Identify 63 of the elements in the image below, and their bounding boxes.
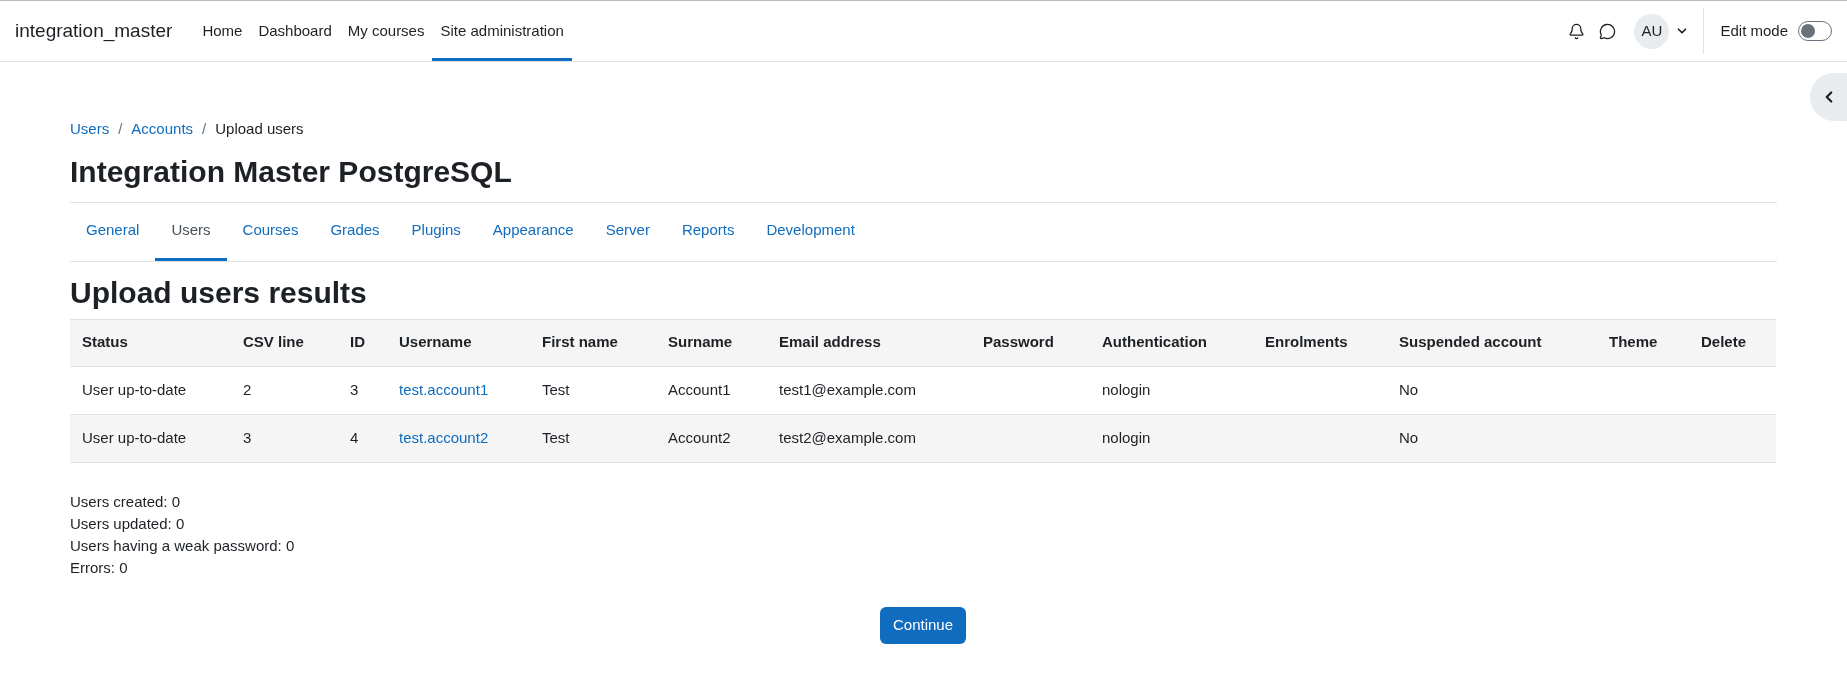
column-header: ID bbox=[338, 319, 387, 366]
table-cell: Account1 bbox=[668, 380, 731, 398]
summary-line: Users having a weak password: 0 bbox=[70, 535, 296, 556]
drawer-toggle-button[interactable] bbox=[1810, 73, 1847, 121]
column-header: Username bbox=[387, 319, 530, 366]
nav-link[interactable]: Home bbox=[194, 1, 251, 61]
summary-line: Errors: 0 bbox=[70, 557, 129, 578]
site-name[interactable]: integration_master bbox=[15, 16, 173, 46]
column-header: Delete bbox=[1689, 319, 1776, 366]
table-cell: User up-to-date bbox=[82, 380, 187, 398]
column-header: Suspended account bbox=[1387, 319, 1597, 366]
table-cell: Test bbox=[542, 428, 570, 446]
column-header: Theme bbox=[1597, 319, 1689, 366]
table-cell: 3 bbox=[350, 380, 359, 398]
continue-button[interactable]: Continue bbox=[879, 606, 966, 644]
column-header: CSV line bbox=[231, 319, 338, 366]
admin-tab[interactable]: Users bbox=[155, 202, 227, 261]
user-avatar[interactable]: AU bbox=[1634, 13, 1670, 49]
table-cell: 3 bbox=[243, 428, 252, 446]
nav-link[interactable]: My courses bbox=[339, 1, 433, 61]
breadcrumb-separator: / bbox=[202, 119, 207, 139]
table-cell: No bbox=[1399, 428, 1419, 446]
admin-tab[interactable]: Reports bbox=[665, 202, 751, 261]
summary-line: Users updated: 0 bbox=[70, 513, 186, 534]
nav-link[interactable]: Site administration bbox=[432, 1, 572, 61]
table-cell: nologin bbox=[1102, 428, 1151, 446]
chat-bubble-icon[interactable] bbox=[1599, 22, 1617, 40]
edit-mode-switch[interactable] bbox=[1798, 21, 1832, 41]
admin-tab[interactable]: General bbox=[70, 202, 156, 261]
breadcrumb-separator: / bbox=[118, 119, 123, 139]
admin-tab[interactable]: Server bbox=[589, 202, 666, 261]
table-cell: Account2 bbox=[668, 428, 731, 446]
page-title: Integration Master PostgreSQL bbox=[70, 153, 513, 190]
table-cell: Test bbox=[542, 380, 570, 398]
column-header: Authentication bbox=[1090, 319, 1253, 366]
table-cell: No bbox=[1399, 380, 1419, 398]
edit-mode-label: Edit mode bbox=[1720, 20, 1788, 41]
column-header: Email address bbox=[767, 319, 971, 366]
table-cell: 2 bbox=[243, 380, 252, 398]
notification-bell-icon[interactable] bbox=[1568, 22, 1586, 40]
table-cell: test1@example.com bbox=[779, 380, 916, 398]
section-title: Upload users results bbox=[70, 274, 368, 311]
table-cell: 4 bbox=[350, 428, 359, 446]
column-header: First name bbox=[530, 319, 656, 366]
column-header: Password bbox=[971, 319, 1090, 366]
nav-link[interactable]: Dashboard bbox=[250, 1, 340, 61]
table-cell: nologin bbox=[1102, 380, 1151, 398]
table-cell: test2@example.com bbox=[779, 428, 916, 446]
username-link[interactable]: test.account1 bbox=[399, 380, 489, 398]
breadcrumb-current: Upload users bbox=[215, 119, 304, 139]
table-cell: User up-to-date bbox=[82, 428, 187, 446]
username-link[interactable]: test.account2 bbox=[399, 428, 489, 446]
admin-tab[interactable]: Plugins bbox=[395, 202, 477, 261]
column-header: Surname bbox=[656, 319, 767, 366]
column-header: Enrolments bbox=[1253, 319, 1387, 366]
breadcrumb-link[interactable]: Users bbox=[70, 118, 110, 141]
admin-tab[interactable]: Appearance bbox=[476, 202, 590, 261]
breadcrumb-link[interactable]: Accounts bbox=[131, 118, 194, 141]
admin-tab[interactable]: Courses bbox=[226, 202, 315, 261]
summary-line: Users created: 0 bbox=[70, 491, 182, 512]
admin-tab[interactable]: Grades bbox=[314, 202, 396, 261]
admin-tab[interactable]: Development bbox=[750, 202, 871, 261]
column-header: Status bbox=[70, 319, 231, 366]
